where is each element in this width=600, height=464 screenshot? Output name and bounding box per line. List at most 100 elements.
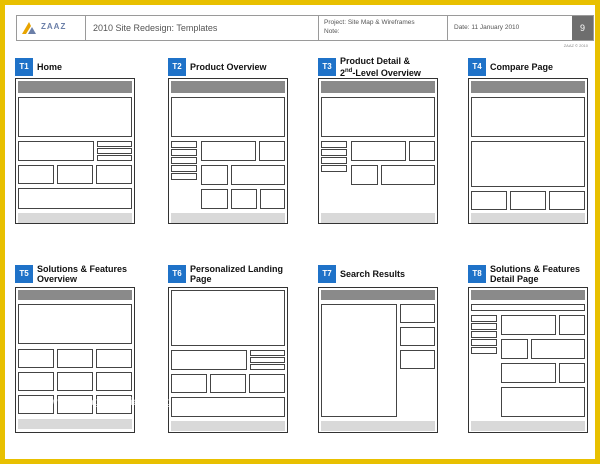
- wireframe: [318, 78, 438, 224]
- sidebar-block: [400, 304, 435, 323]
- content-block: [510, 191, 546, 210]
- content-block: [231, 165, 285, 185]
- nav-row: [321, 149, 347, 156]
- content-block: [501, 387, 585, 417]
- content-block: [501, 363, 556, 383]
- wireframe: [15, 78, 135, 224]
- header-bar: [471, 81, 585, 93]
- list-row: [250, 364, 285, 370]
- content-block: [18, 141, 94, 161]
- slide-header: ZAAZ 2010 Site Redesign: Templates Proje…: [16, 15, 594, 41]
- template-title-line: Home: [37, 62, 63, 72]
- sidebar-block: [400, 327, 435, 346]
- content-block: [96, 372, 132, 391]
- content-block: [96, 165, 132, 184]
- header-bar: [171, 81, 285, 93]
- content-block: [381, 165, 435, 185]
- template-title-line: Search Results: [340, 269, 406, 279]
- content-block: [260, 189, 285, 209]
- template-title: Solutions & Features Detail Page: [490, 264, 595, 284]
- template-title-line: Overview: [37, 274, 78, 284]
- template-title: Product Overview: [190, 62, 295, 72]
- content-block: [18, 349, 54, 368]
- content-block: [559, 315, 585, 335]
- template-t2: T2 Product Overview: [168, 58, 288, 228]
- wireframe: [468, 78, 588, 224]
- template-badge: T3: [318, 58, 336, 76]
- hero-block: [18, 304, 132, 344]
- nav-row: [171, 165, 197, 172]
- template-title: Personalized Landing Page: [190, 264, 295, 284]
- footer-bar: [18, 213, 132, 223]
- nav-row: [171, 157, 197, 164]
- template-badge: T5: [15, 265, 33, 283]
- content-block: [351, 141, 406, 161]
- template-badge: T4: [468, 58, 486, 76]
- wireframe: [15, 287, 135, 433]
- content-block: [201, 141, 256, 161]
- list-row: [97, 148, 132, 154]
- nav-row: [321, 157, 347, 164]
- content-block: [18, 372, 54, 391]
- template-title: Search Results: [340, 269, 445, 279]
- slide: ZAAZ 2010 Site Redesign: Templates Proje…: [0, 0, 600, 464]
- nav-row: [171, 141, 197, 148]
- template-title-line: 2nd-Level Overview: [340, 68, 421, 78]
- content-block: [18, 188, 132, 209]
- ordinal-suffix: nd: [345, 68, 353, 74]
- content-block: [249, 374, 285, 393]
- nav-row: [471, 347, 497, 354]
- hero-block: [171, 97, 285, 137]
- nav-row: [471, 315, 497, 322]
- template-t1: T1 Home: [15, 58, 135, 228]
- template-title-line: Compare Page: [490, 62, 554, 72]
- header-divider: [85, 16, 86, 40]
- footer-bar: [321, 213, 435, 223]
- wireframe: [318, 287, 438, 433]
- content-block: [409, 141, 435, 161]
- template-badge: T8: [468, 265, 486, 283]
- header-divider: [318, 16, 319, 40]
- template-title: Home: [37, 62, 142, 72]
- content-block: [231, 189, 257, 209]
- nav-row: [171, 173, 197, 180]
- project-label: Project: Site Map & Wireframes: [324, 19, 415, 26]
- content-block: [471, 141, 585, 187]
- watermark: www.heritagechristiancollege.com: [43, 397, 201, 408]
- hero-block: [471, 97, 585, 137]
- template-title-line: Product Detail &: [340, 56, 411, 66]
- presentation-title: 2010 Site Redesign: Templates: [93, 23, 218, 33]
- header-divider: [447, 16, 448, 40]
- template-title: Compare Page: [490, 62, 595, 72]
- content-block: [201, 189, 228, 209]
- footer-bar: [321, 421, 435, 431]
- content-block: [259, 141, 285, 161]
- template-title-line: Product Overview: [190, 62, 267, 72]
- footer-bar: [18, 419, 132, 429]
- hero-block: [171, 290, 285, 346]
- template-badge: T6: [168, 265, 186, 283]
- content-block: [501, 339, 528, 359]
- content-block: [531, 339, 585, 359]
- content-block: [57, 372, 93, 391]
- list-row: [97, 155, 132, 161]
- content-block: [549, 191, 585, 210]
- template-badge: T1: [15, 58, 33, 76]
- template-title-line: Solutions & Features: [490, 264, 581, 274]
- results-list: [321, 304, 397, 417]
- template-title: Product Detail & 2nd-Level Overview: [340, 56, 445, 78]
- template-title: Solutions & Features Overview: [37, 264, 142, 284]
- hero-block: [18, 97, 132, 137]
- template-badge: T2: [168, 58, 186, 76]
- footer-bar: [171, 421, 285, 431]
- nav-row: [171, 149, 197, 156]
- wireframe: [168, 78, 288, 224]
- header-bar: [471, 290, 585, 300]
- content-block: [201, 165, 228, 185]
- template-t6: T6 Personalized Landing Page: [168, 264, 288, 434]
- content-block: [351, 165, 378, 185]
- template-badge: T7: [318, 265, 336, 283]
- content-block: [501, 315, 556, 335]
- sidebar-block: [400, 350, 435, 369]
- content-block: [471, 191, 507, 210]
